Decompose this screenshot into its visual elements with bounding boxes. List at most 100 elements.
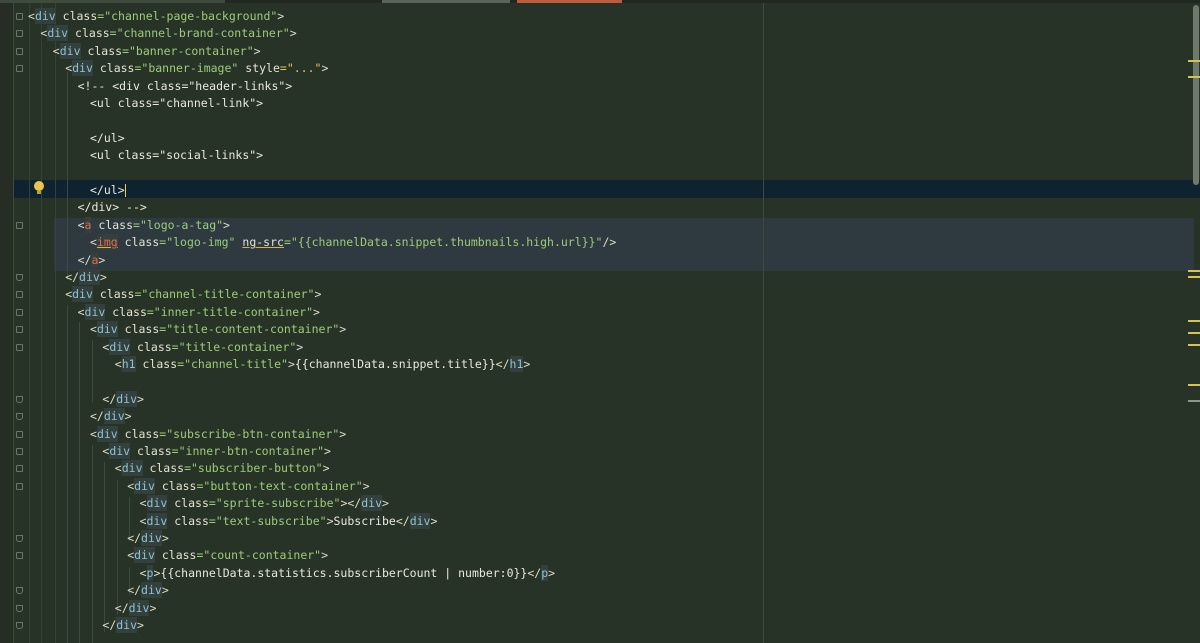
code-line[interactable]: </ul> [90,182,126,199]
code-line[interactable]: <ul class="social-links"> [90,147,263,164]
code-line[interactable]: <div class="channel-title-container"> [65,286,321,303]
editor-tab-3[interactable] [517,0,622,3]
code-line[interactable]: </div> [102,617,144,634]
code-line[interactable]: <div class="subscribe-btn-container"> [90,425,346,443]
attribute-value: ="inner-title-container" [146,304,314,319]
fold-marker-icon[interactable] [16,395,23,403]
indent-guide [41,3,42,643]
text-caret [124,184,126,197]
code-line[interactable]: <div class="inner-title-container"> [78,303,320,321]
fold-marker-icon[interactable] [16,482,23,490]
fold-marker-icon[interactable] [16,535,23,542]
tag-name: div [128,599,150,616]
code-line[interactable]: <div class="subscriber-button"> [115,460,330,477]
code-line[interactable]: <div class="inner-btn-container"> [102,443,331,460]
code-line[interactable]: <img class="logo-img" ng-src="{{channelD… [90,234,616,251]
code-line[interactable]: </div> [114,599,156,617]
fold-marker-icon[interactable] [16,326,23,334]
tag-bracket: < [77,217,85,232]
code-line[interactable]: <ul class="channel-link"> [90,95,263,112]
fold-marker-icon[interactable] [16,291,23,299]
tag-name: div [47,25,69,42]
code-line[interactable]: </div> [127,582,169,599]
lightbulb-icon[interactable] [34,181,44,191]
code-line[interactable]: <h1 class="channel-title">{{channelData.… [115,356,531,373]
fold-marker-icon[interactable] [16,552,23,560]
tag-bracket: </ [102,618,117,632]
fold-marker-icon[interactable] [16,587,23,595]
attribute-name: class [124,235,160,250]
fold-marker-icon[interactable] [16,465,23,473]
tag-bracket: < [139,565,147,580]
tag-bracket: </ [527,565,542,580]
fold-marker-icon[interactable] [16,30,23,38]
fold-marker-icon[interactable] [16,308,23,316]
code-line[interactable]: </a> [77,251,105,269]
code-line[interactable]: <a class="logo-a-tag"> [77,216,230,234]
editor-tab-2[interactable] [382,0,510,3]
scroll-marker [1188,270,1200,272]
code-line[interactable]: </div> [102,390,144,408]
fold-marker-icon[interactable] [16,65,23,73]
attribute-value: ="logo-img" [159,235,236,250]
code-line[interactable]: <div class="title-container"> [102,338,303,356]
fold-marker-icon[interactable] [16,221,23,229]
fold-marker-icon[interactable] [16,343,23,351]
tag-bracket: > [161,531,169,545]
code-line[interactable]: <div class="banner-container"> [53,42,261,60]
code-line[interactable]: <div class="text-subscribe">Subscribe</d… [140,512,437,530]
tag-name: div [103,408,125,425]
code-line[interactable]: <div class="banner-image" style="..."> [65,60,328,77]
vertical-scrollbar[interactable] [1193,5,1199,185]
tag-bracket: > [523,357,531,371]
code-line[interactable]: </div> [90,408,132,425]
code-line[interactable]: <div class="title-content-container"> [90,321,346,338]
tag-name: div [134,477,155,494]
attribute-value: ="button-text-container" [196,478,363,493]
editor-tab-1[interactable] [0,0,225,3]
code-line[interactable]: </div> [65,269,107,286]
attribute-name: class [137,339,172,354]
attribute-value: ="channel-page-background" [97,9,278,23]
tag-name: div [96,321,118,338]
code-line[interactable]: <div class="channel-page-background"> [28,8,284,25]
code-line[interactable]: </ul> [90,130,125,147]
tag-bracket: > [314,287,322,302]
fold-marker-icon[interactable] [16,413,23,421]
right-margin-guide [763,3,764,643]
tag-bracket: </ [395,513,410,528]
fold-marker-icon[interactable] [16,47,23,55]
fold-marker-icon[interactable] [16,13,23,20]
tag-bracket: > [253,43,261,58]
tag-bracket: </ [127,531,142,545]
tag-bracket: </ [127,583,142,598]
tag-bracket: </ [114,600,129,615]
code-line[interactable]: </div> [127,530,169,547]
attribute-value: ="count-container" [196,548,322,563]
code-line[interactable]: </div> --> [78,199,147,216]
fold-marker-icon[interactable] [16,274,23,281]
fold-marker-icon[interactable] [16,604,23,612]
fold-marker-icon[interactable] [16,448,23,455]
attribute-name: class [161,548,197,563]
current-line-highlight [0,180,1200,198]
tag-bracket: > [313,304,320,319]
tag-name: div [96,425,118,442]
fold-marker-icon[interactable] [16,622,23,629]
attribute-value: ="subscriber-button" [184,461,323,476]
code-line[interactable]: <div class="count-container"> [127,547,328,564]
code-line[interactable]: <p>{{channelData.statistics.subscriberCo… [139,564,555,582]
code-line[interactable]: <div class="channel-brand-container"> [40,25,297,42]
attribute-value: ="title-content-container" [159,322,340,337]
code-line[interactable]: <!-- <div class="header-links"> [78,78,293,95]
attribute-value: ="sprite-subscribe" [208,496,341,511]
fold-marker-icon[interactable] [16,430,23,438]
tag-bracket: </ [77,252,92,267]
tag-bracket: > [161,583,169,598]
code-line[interactable]: <div class="button-text-container"> [127,477,370,495]
code-line[interactable]: <div class="sprite-subscribe"></div> [140,495,389,512]
attribute-value: ="channel-brand-container" [109,26,290,41]
